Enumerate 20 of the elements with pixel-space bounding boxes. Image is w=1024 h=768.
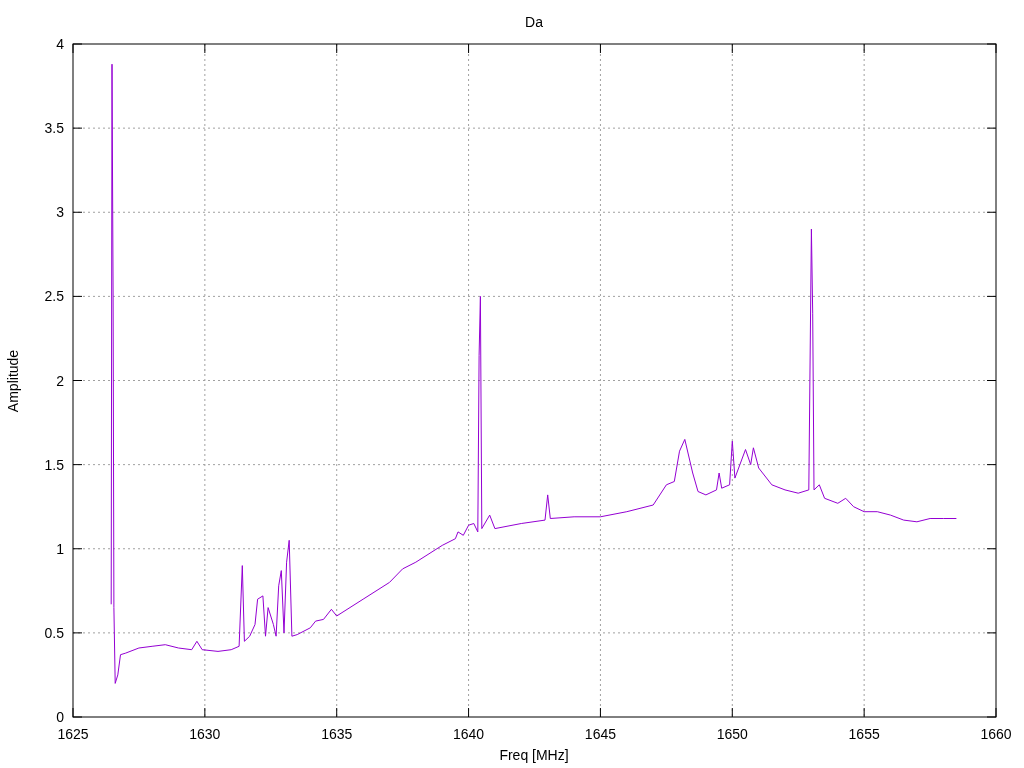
tick-label: 1635 (321, 726, 353, 742)
axis-label: Amplitude (5, 349, 21, 413)
tick-label: 1625 (57, 726, 89, 742)
tick-label: 1640 (453, 726, 485, 742)
tick-label: 1630 (189, 726, 221, 742)
tick-label: 3 (56, 204, 64, 221)
tick-label: 1660 (980, 726, 1012, 742)
tick-label: 0 (56, 709, 64, 725)
chart-title: Da (525, 14, 543, 30)
tick-label: 2.5 (44, 288, 64, 305)
tick-label: 3.5 (44, 120, 64, 137)
tick-label: 1645 (584, 726, 616, 742)
tick-label: 0.5 (44, 624, 64, 641)
tick-label: 2 (56, 372, 64, 389)
tick-label: 4 (56, 36, 64, 52)
axis-label: Freq [MHz] (499, 747, 569, 763)
tick-label: 1650 (716, 726, 748, 742)
tick-label: 1.5 (44, 456, 64, 473)
tick-label: 1655 (848, 726, 880, 742)
tick-label: 1 (56, 540, 64, 557)
